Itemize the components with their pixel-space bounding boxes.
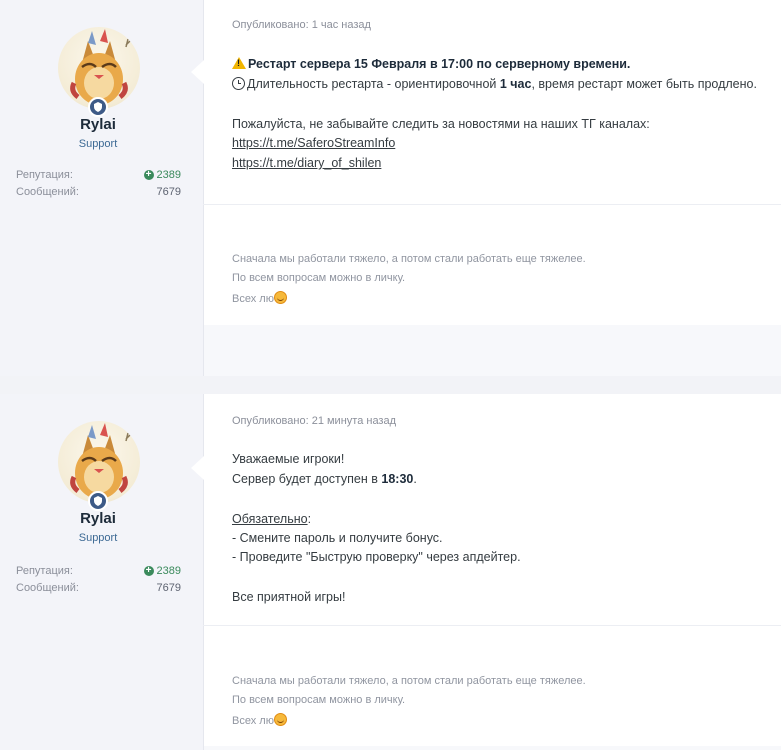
duration-bold: 1 час: [499, 77, 532, 91]
author-group: Support: [78, 138, 118, 150]
signature-line: Всех лю: [232, 291, 287, 305]
signature-line: Всех лю: [232, 713, 287, 727]
availability-text: Сервер будет доступен в: [232, 472, 382, 486]
posts-count-label: Сообщений:: [16, 186, 79, 198]
signature-line: По всем вопросам можно в личку.: [232, 272, 406, 284]
link-text[interactable]: https://t.me/diary_of_shilen: [232, 156, 381, 170]
follow-text: Пожалуйста, не забывайте следить за ново…: [232, 117, 650, 131]
author-username[interactable]: Rylai: [0, 116, 196, 133]
greeting-text: Уважаемые игроки!: [232, 452, 345, 466]
reputation-value: + 2389: [143, 169, 181, 181]
post-date[interactable]: Опубликовано: 1 час назад: [232, 19, 371, 31]
required-text: Обязательно: [232, 512, 308, 526]
signature-text: Всех лю: [232, 293, 274, 305]
step-line: - Смените пароль и получите бонус.: [232, 531, 443, 545]
post-author-panel: Rylai Support Репутация: + 2389 Сообщени…: [0, 0, 204, 376]
plus-circle-icon: +: [143, 170, 154, 180]
author-username[interactable]: Rylai: [0, 510, 196, 527]
post-author-panel: Rylai Support Репутация: + 2389 Сообщени…: [0, 394, 204, 750]
posts-count-value: 7679: [156, 186, 181, 198]
shield-badge-icon: [88, 97, 108, 117]
reputation-label: Репутация:: [16, 565, 73, 577]
warning-icon: [232, 57, 246, 69]
post-footer: [204, 746, 781, 750]
closing-text: Все приятной игры!: [232, 590, 346, 604]
post-pointer: [191, 60, 204, 84]
signature-line: Сначала мы работали тяжело, а потом стал…: [232, 253, 586, 265]
telegram-link-1[interactable]: https://t.me/SaferoStreamInfo: [232, 136, 395, 150]
signature-divider: [203, 625, 781, 626]
signature-divider: [203, 204, 781, 205]
availability-tail: .: [413, 472, 417, 486]
required-colon: :: [307, 512, 312, 526]
post-title: Рестарт сервера 15 Февраля в 17:00 по се…: [248, 57, 631, 71]
telegram-link-2[interactable]: https://t.me/diary_of_shilen: [232, 156, 381, 170]
link-text[interactable]: https://t.me/SaferoStreamInfo: [232, 136, 395, 150]
signature-line: Сначала мы работали тяжело, а потом стал…: [232, 675, 586, 687]
availability-line: Сервер будет доступен в 18:30.: [232, 472, 417, 486]
duration-text: Длительность рестарта - ориентировочной: [247, 77, 500, 91]
posts-count-value: 7679: [156, 582, 181, 594]
author-group: Support: [78, 532, 118, 544]
post-date[interactable]: Опубликовано: 21 минута назад: [232, 415, 396, 427]
step-line: - Проведите "Быструю проверку" через апд…: [232, 550, 521, 564]
reputation-value: + 2389: [143, 565, 181, 577]
duration-line: Длительность рестарта - ориентировочной …: [232, 77, 757, 91]
signature-line: По всем вопросам можно в личку.: [232, 694, 406, 706]
clock-icon: [232, 77, 245, 90]
post-title-line: Рестарт сервера 15 Февраля в 17:00 по се…: [232, 57, 630, 71]
required-line: Обязательно:: [232, 512, 311, 526]
duration-tail: , время рестарт может быть продлено.: [531, 77, 757, 91]
forum-post: Rylai Support Репутация: + 2389 Сообщени…: [0, 0, 781, 376]
plus-circle-icon: +: [143, 566, 154, 576]
forum-post: Rylai Support Репутация: + 2389 Сообщени…: [0, 394, 781, 750]
post-footer: [204, 325, 781, 376]
signature-text: Всех лю: [232, 715, 274, 727]
shield-badge-icon: [88, 491, 108, 511]
reputation-number: 2389: [156, 169, 181, 181]
posts-count-label: Сообщений:: [16, 582, 79, 594]
smile-emoji-icon: [273, 291, 287, 304]
post-pointer: [191, 456, 204, 480]
reputation-label: Репутация:: [16, 169, 73, 181]
smile-emoji-icon: [273, 713, 287, 726]
availability-time: 18:30: [381, 472, 414, 486]
reputation-number: 2389: [156, 565, 181, 577]
